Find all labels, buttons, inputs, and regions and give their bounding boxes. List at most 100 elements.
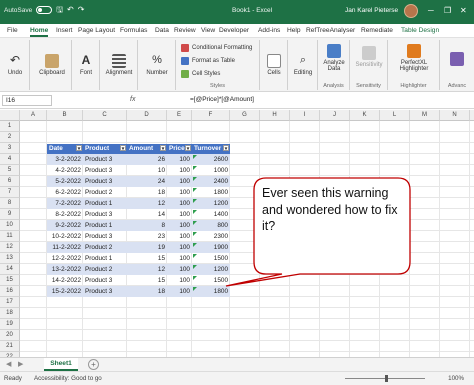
avatar[interactable]: [404, 4, 418, 18]
editing-group: ⌕ Editing: [288, 40, 318, 90]
status-bar: Ready Accessibility: Good to go 100%: [0, 371, 474, 385]
user-name: Jan Karel Pieterse: [345, 7, 399, 14]
highlighter-icon: [407, 44, 421, 58]
zoom-slider-thumb[interactable]: [385, 375, 388, 382]
sheet-prev-icon[interactable]: ◀: [6, 360, 11, 368]
number-button[interactable]: % Number: [142, 54, 172, 76]
zoom-level[interactable]: 100%: [448, 375, 464, 382]
cell-styles-icon: [181, 70, 189, 78]
sensitivity-group-label: Sensitivity: [356, 83, 381, 89]
tab-page-layout[interactable]: Page Layout: [78, 27, 115, 34]
autosave-toggle[interactable]: [36, 6, 53, 14]
tab-table-design[interactable]: Table Design: [401, 27, 439, 34]
undo-button[interactable]: ↶ Undo: [4, 54, 26, 76]
analysis-group: Analyze Data Analysis: [318, 40, 350, 90]
ribbon-tabs: File Home Insert Page Layout Formulas Da…: [0, 24, 474, 38]
font-icon: A: [81, 53, 91, 67]
add-sheet-button[interactable]: +: [88, 359, 99, 370]
restore-button[interactable]: ❐: [444, 6, 451, 15]
document-title: Book1 - Excel: [232, 7, 273, 14]
alignment-label: Alignment: [105, 70, 133, 76]
advanced-button[interactable]: [448, 52, 466, 68]
format-as-table-label: Format as Table: [192, 58, 235, 64]
sheet-next-icon[interactable]: ▶: [18, 360, 23, 368]
advanced-icon: [450, 52, 464, 66]
editing-label: Editing: [293, 70, 313, 76]
clipboard-icon: [45, 54, 59, 68]
tab-help[interactable]: Help: [287, 27, 301, 34]
format-as-table-icon: [181, 57, 189, 65]
conditional-formatting-label: Conditional Formatting: [192, 45, 253, 51]
analysis-group-label: Analysis: [323, 83, 344, 89]
editing-button[interactable]: ⌕ Editing: [291, 54, 315, 76]
tab-reftreeanalyser[interactable]: RefTreeAnalyser: [306, 27, 355, 34]
cells-icon: [267, 54, 281, 68]
perfectxl-label: PerfectXL Highlighter: [399, 60, 429, 72]
alignment-icon: [112, 54, 126, 68]
tab-file[interactable]: File: [7, 27, 18, 34]
number-group: % Number: [138, 40, 176, 90]
cells-button[interactable]: Cells: [263, 54, 285, 76]
clipboard-label: Clipboard: [39, 70, 65, 76]
search-icon: ⌕: [299, 54, 307, 66]
callout-text: Ever seen this warning and wondered how …: [262, 186, 398, 233]
quick-access-toolbar: AutoSave 🖫 ↶ ↷: [4, 6, 84, 14]
cell-styles-button[interactable]: Cell Styles: [181, 70, 220, 78]
close-button[interactable]: ✕: [460, 6, 467, 15]
styles-group-label: Styles: [210, 83, 225, 89]
alignment-button[interactable]: Alignment: [102, 54, 136, 76]
clipboard-button[interactable]: Clipboard: [34, 54, 70, 76]
sensitivity-group: Sensitivity Sensitivity: [350, 40, 388, 90]
sensitivity-icon: [362, 46, 376, 60]
autosave-label: AutoSave: [4, 6, 33, 14]
tab-home[interactable]: Home: [30, 27, 49, 37]
highlighter-group-label: Highlighter: [400, 83, 427, 89]
formula-input[interactable]: =[@Price]*[@Amount]: [190, 96, 254, 103]
clipboard-group: Clipboard: [30, 40, 72, 90]
minimize-button[interactable]: ─: [428, 6, 434, 15]
undo-label: Undo: [7, 70, 23, 76]
analyze-data-label: Analyze Data: [323, 60, 345, 72]
tab-insert[interactable]: Insert: [56, 27, 73, 34]
tab-view[interactable]: View: [201, 27, 215, 34]
tab-developer[interactable]: Developer: [219, 27, 249, 34]
ribbon: ↶ Undo Clipboard A Font Alignment % Numb…: [0, 38, 474, 92]
analyze-data-button[interactable]: Analyze Data: [320, 44, 348, 72]
formula-bar: I16 fx =[@Price]*[@Amount]: [0, 92, 474, 109]
font-button[interactable]: A Font: [75, 54, 97, 76]
conditional-formatting-button[interactable]: Conditional Formatting: [181, 44, 252, 52]
advanced-group: Advanc: [440, 40, 474, 90]
conditional-formatting-icon: [181, 44, 189, 52]
styles-group: Conditional Formatting Format as Table C…: [176, 40, 260, 90]
accessibility-status[interactable]: Accessibility: Good to go: [34, 375, 102, 382]
sensitivity-label: Sensitivity: [355, 62, 383, 68]
undo-group: ↶ Undo: [0, 40, 30, 90]
tab-data[interactable]: Data: [155, 27, 169, 34]
font-label: Font: [79, 70, 92, 76]
tab-remediate[interactable]: Remediate: [361, 27, 393, 34]
sheet-tab-bar: ◀ ▶ Sheet1 +: [0, 357, 474, 371]
sensitivity-button[interactable]: Sensitivity: [352, 46, 386, 68]
number-label: Number: [146, 70, 168, 76]
format-as-table-button[interactable]: Format as Table: [181, 57, 235, 65]
title-bar: AutoSave 🖫 ↶ ↷ Book1 - Excel Jan Karel P…: [0, 0, 474, 24]
fx-icon[interactable]: fx: [130, 96, 135, 103]
tab-review[interactable]: Review: [174, 27, 196, 34]
analyze-data-icon: [327, 44, 341, 58]
perfectxl-highlighter-button[interactable]: PerfectXL Highlighter: [391, 44, 437, 72]
cells-label: Cells: [267, 70, 281, 76]
undo-icon[interactable]: ↶: [67, 6, 74, 14]
redo-icon[interactable]: ↷: [78, 6, 85, 14]
save-icon[interactable]: 🖫: [56, 6, 63, 14]
sheet-tab-sheet1[interactable]: Sheet1: [44, 358, 78, 371]
name-box[interactable]: I16: [2, 95, 52, 106]
undo-arrow-icon: ↶: [9, 53, 21, 67]
alignment-group: Alignment: [100, 40, 138, 90]
cells-group: Cells: [260, 40, 288, 90]
advanced-group-label: Advanc: [447, 83, 467, 89]
tab-add-ins[interactable]: Add-ins: [258, 27, 280, 34]
font-group: A Font: [72, 40, 100, 90]
status-ready: Ready: [4, 375, 22, 382]
tab-formulas[interactable]: Formulas: [120, 27, 147, 34]
percent-icon: %: [152, 54, 162, 66]
